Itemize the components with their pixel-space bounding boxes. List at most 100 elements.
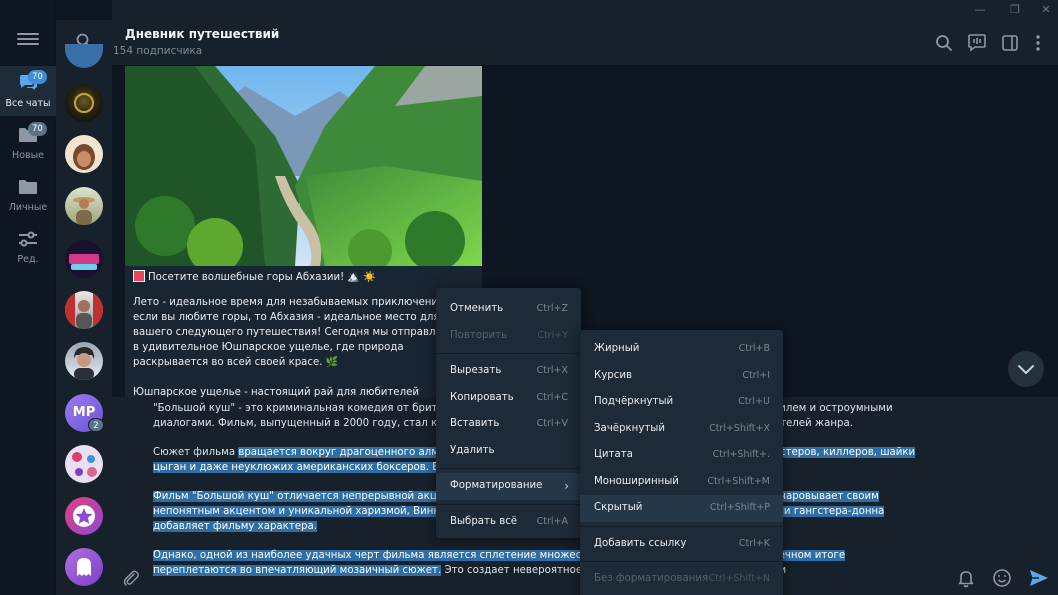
cartoon-face-icon	[73, 144, 95, 170]
menu-separator	[580, 561, 783, 562]
folder-rail: 70 Все чаты 70 Новые Личные Ред.	[0, 0, 56, 595]
menu-separator	[436, 468, 581, 469]
menu-item-shortcut: Ctrl+I	[742, 369, 770, 381]
folder-label: Все чаты	[5, 98, 51, 109]
folder-label: Новые	[12, 150, 44, 161]
menu-item-strikethrough[interactable]: Зачёркнутый Ctrl+Shift+X	[580, 416, 783, 443]
avatar-dark-emblem[interactable]	[65, 84, 103, 122]
menu-item-underline[interactable]: Подчёркнутый Ctrl+U	[580, 389, 783, 416]
live-chat-icon[interactable]	[967, 33, 987, 53]
person-icon	[65, 291, 103, 329]
menu-item-shortcut: Ctrl+Shift+P	[709, 502, 770, 513]
menu-item-undo[interactable]: Отменить Ctrl+Z	[436, 296, 581, 323]
unread-badge: 2	[88, 418, 104, 432]
sliders-icon	[19, 231, 37, 247]
avatar-person-red[interactable]	[65, 291, 103, 329]
menu-item-label: Копировать	[450, 391, 514, 403]
menu-item-italic[interactable]: Курсив Ctrl+I	[580, 363, 783, 390]
menu-item-label: Удалить	[450, 444, 495, 456]
emoji-smile-icon[interactable]	[991, 567, 1013, 589]
person-icon	[74, 347, 95, 380]
picture-emoji-icon	[133, 270, 145, 282]
menu-item-label: Повторить	[450, 329, 508, 341]
menu-item-label: Вырезать	[450, 365, 502, 376]
folder-label: Ред.	[17, 254, 39, 265]
avatar-person-dark[interactable]	[65, 342, 103, 380]
menu-item-shortcut: Ctrl+K	[738, 537, 770, 549]
post-photo-mountain-gorge[interactable]	[125, 66, 482, 266]
avatar-cherry-logo[interactable]	[65, 240, 103, 278]
scroll-to-bottom-button[interactable]	[1008, 351, 1044, 387]
hamburger-menu-icon[interactable]	[17, 30, 39, 52]
attach-paperclip-icon[interactable]	[122, 569, 140, 587]
draft-paragraph: Однако, одной из наиболее удачных черт ф…	[153, 548, 923, 578]
sidebar-toggle-icon[interactable]	[1000, 33, 1020, 53]
menu-item-label: Жирный	[594, 343, 640, 354]
menu-separator	[436, 353, 581, 354]
person-icon	[73, 197, 95, 225]
channel-post[interactable]: Посетите волшебные горы Абхазии! 🏔️ ☀️ Л…	[125, 66, 482, 397]
unread-badge: 70	[28, 122, 47, 136]
minimize-button[interactable]: —	[968, 0, 992, 20]
menu-item-formatting[interactable]: Форматирование ›	[436, 473, 581, 500]
menu-item-paste[interactable]: Вставить Ctrl+V	[436, 411, 581, 438]
menu-item-label: Выбрать всё	[450, 515, 518, 527]
menu-item-shortcut: Ctrl+A	[536, 515, 568, 527]
menu-item-add-link[interactable]: Добавить ссылку Ctrl+K	[580, 531, 783, 558]
menu-item-label: Моноширинный	[594, 475, 679, 487]
menu-item-shortcut: Ctrl+Y	[537, 329, 568, 341]
close-button[interactable]: ✕	[1034, 0, 1058, 20]
avatar-star[interactable]	[65, 497, 103, 535]
avatar-cartoon[interactable]	[65, 135, 103, 173]
emblem-icon	[74, 93, 94, 113]
folder-new[interactable]: 70 Новые	[0, 118, 56, 168]
menu-item-label: Скрытый	[594, 502, 643, 513]
avatar-partial[interactable]	[65, 44, 103, 68]
chat-list: МР 2	[56, 20, 112, 595]
menu-item-label: Подчёркнутый	[594, 396, 674, 407]
menu-item-delete[interactable]: Удалить	[436, 438, 581, 465]
menu-item-copy[interactable]: Копировать Ctrl+C	[436, 385, 581, 412]
context-menu: Отменить Ctrl+Z Повторить Ctrl+Y Вырезать C…	[436, 288, 581, 538]
menu-item-select-all[interactable]: Выбрать всё Ctrl+A	[436, 509, 581, 536]
subscriber-count: 154 подписчика	[113, 45, 203, 57]
ghost-icon	[77, 558, 91, 576]
menu-item-quote[interactable]: Цитата Ctrl+Shift+.	[580, 442, 783, 469]
folder-all-chats[interactable]: 70 Все чаты	[0, 66, 56, 116]
avatar-person-hat[interactable]	[65, 187, 103, 225]
menu-item-label: Вставить	[450, 418, 500, 429]
chevron-right-icon: ›	[564, 479, 569, 493]
menu-item-redo[interactable]: Повторить Ctrl+Y	[436, 323, 581, 350]
menu-item-spoiler[interactable]: Скрытый Ctrl+Shift+P	[580, 495, 783, 522]
unread-badge: 70	[28, 70, 47, 84]
menu-item-label: Форматирование	[450, 480, 543, 491]
star-icon	[73, 505, 95, 527]
menu-item-clear-formatting[interactable]: Без форматирования Ctrl+Shift+N	[580, 566, 783, 593]
menu-item-shortcut: Ctrl+Shift+.	[712, 449, 770, 460]
avatar-ghost[interactable]	[65, 548, 103, 586]
menu-item-monospace[interactable]: Моноширинный Ctrl+Shift+M	[580, 469, 783, 496]
chat-title[interactable]: Дневник путешествий	[125, 27, 279, 41]
notification-bell-icon[interactable]	[955, 567, 977, 589]
send-icon[interactable]	[1028, 567, 1050, 589]
window-title-bar: — ❐ ✕	[112, 0, 1058, 20]
menu-separator	[436, 503, 581, 505]
menu-item-label: Зачёркнутый	[594, 422, 665, 434]
maximize-button[interactable]: ❐	[1003, 0, 1027, 20]
menu-item-shortcut: Ctrl+U	[738, 396, 770, 407]
draft-text: Сюжет фильма	[153, 447, 239, 458]
menu-item-cut[interactable]: Вырезать Ctrl+X	[436, 358, 581, 385]
formatting-submenu: Жирный Ctrl+B Курсив Ctrl+I Подчёркнутый Ct…	[580, 330, 783, 595]
menu-item-shortcut: Ctrl+Shift+N	[708, 573, 770, 584]
avatar-pattern[interactable]	[65, 445, 103, 483]
folder-edit[interactable]: Ред.	[0, 222, 56, 272]
menu-item-bold[interactable]: Жирный Ctrl+B	[580, 336, 783, 363]
menu-item-label: Без форматирования	[594, 573, 709, 584]
menu-item-label: Добавить ссылку	[594, 537, 687, 549]
pattern-icon	[72, 452, 97, 477]
more-options-icon[interactable]	[1028, 33, 1048, 53]
menu-item-shortcut: Ctrl+V	[536, 418, 568, 429]
folder-personal[interactable]: Личные	[0, 170, 56, 220]
search-icon[interactable]	[934, 33, 954, 53]
cherry-logo-icon	[69, 254, 99, 270]
